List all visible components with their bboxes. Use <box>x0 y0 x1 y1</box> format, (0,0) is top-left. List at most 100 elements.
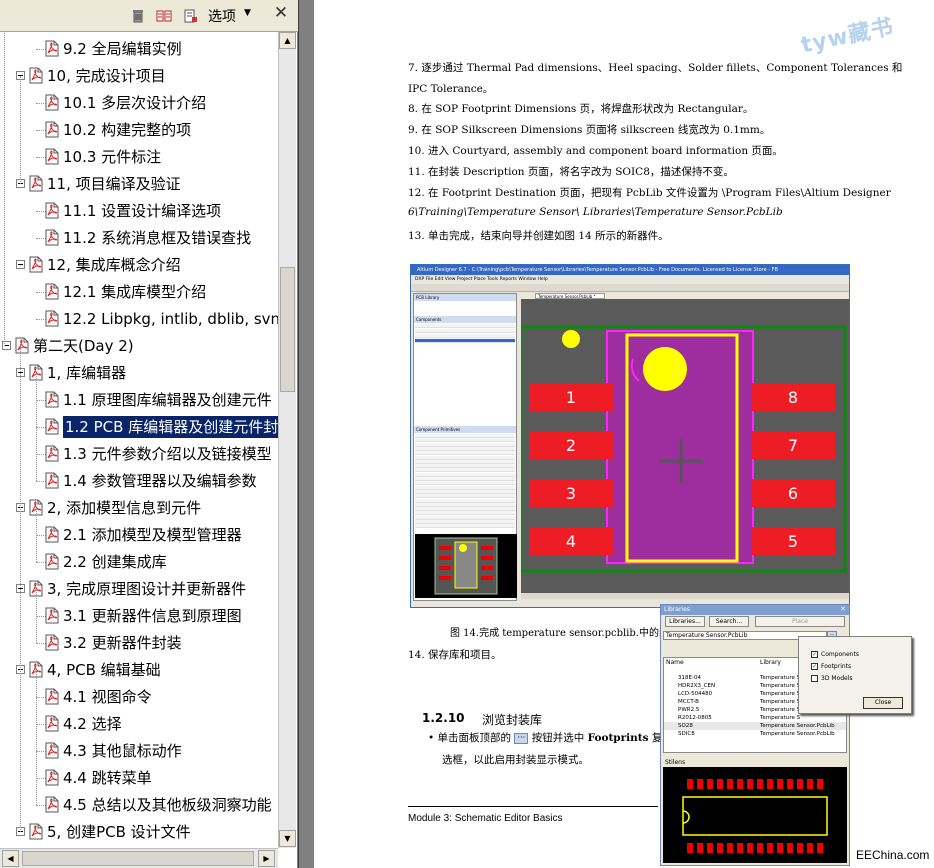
bookmark-label[interactable]: 1.1 原理图库编辑器及创建元件 <box>63 387 272 414</box>
scroll-thumb[interactable] <box>280 267 295 392</box>
bullet-text-mid: 按钮并选中 <box>531 732 585 744</box>
bookmark-label[interactable]: 4.1 视图命令 <box>63 684 152 711</box>
bookmark-item[interactable]: 5, 创建PCB 设计文件 <box>0 819 278 846</box>
bookmark-item[interactable]: 1.2 PCB 库编辑器及创建元件封装 <box>0 414 278 441</box>
bookmark-item[interactable]: 4.3 其他鼠标动作 <box>0 738 278 765</box>
bookmark-label[interactable]: 4, PCB 编辑基础 <box>47 657 161 684</box>
bookmark-item[interactable]: 2.1 添加模型及模型管理器 <box>0 522 278 549</box>
bookmark-label[interactable]: 12.1 集成库模型介绍 <box>63 279 206 306</box>
bookmark-label[interactable]: 11, 项目编译及验证 <box>47 171 181 198</box>
bookmark-label[interactable]: 11.1 设置设计编译选项 <box>63 198 221 225</box>
step-7: 7. 逐步通过 Thermal Pad dimensions、Heel spac… <box>408 62 903 74</box>
pad-number: 1 <box>566 388 576 407</box>
bookmark-label[interactable]: 4.5 总结以及其他板级洞察功能 <box>63 792 272 819</box>
pad-number: 5 <box>788 532 798 551</box>
bookmarks-panel: 选项 ▼ ✕ 9.2 全局编辑实例 10, 完成设计项目 10.1 多层次设计介绍 1… <box>0 0 298 868</box>
bookmark-label[interactable]: 1, 库编辑器 <box>47 360 126 387</box>
bookmark-item[interactable]: 2, 添加模型信息到元件 <box>0 495 278 522</box>
scroll-left-button[interactable]: ◀ <box>2 850 19 867</box>
footprint-library: Temperature S <box>760 715 801 721</box>
preview-pad <box>717 779 723 789</box>
footprint-library: Temperature S <box>760 707 801 713</box>
bookmark-item[interactable]: 3, 完成原理图设计并更新器件 <box>0 576 278 603</box>
libraries-close-icon: ✕ <box>840 605 846 613</box>
bookmark-label[interactable]: 2.1 添加模型及模型管理器 <box>63 522 242 549</box>
scroll-right-button[interactable]: ▶ <box>258 850 275 867</box>
bookmark-item[interactable]: 12, 集成库概念介绍 <box>0 252 278 279</box>
bookmark-label[interactable]: 10, 完成设计项目 <box>47 63 166 90</box>
bookmark-item[interactable]: 9.2 全局编辑实例 <box>0 36 278 63</box>
bookmark-item[interactable]: 11, 项目编译及验证 <box>0 171 278 198</box>
hscroll-thumb[interactable] <box>22 851 254 866</box>
bookmark-item[interactable]: 12.2 Libpkg, intlib, dblib, svnlib <box>0 306 278 333</box>
trash-icon[interactable] <box>130 8 146 24</box>
bookmark-item[interactable]: 4.2 选择 <box>0 711 278 738</box>
footprint-library: Temperature Sensor.PcbLib <box>760 731 835 737</box>
bookmark-item[interactable]: 12.1 集成库模型介绍 <box>0 279 278 306</box>
bookmark-item[interactable]: 1, 库编辑器 <box>0 360 278 387</box>
bookmark-label[interactable]: 第二天(Day 2) <box>33 333 134 360</box>
bookmark-item[interactable]: 10.2 构建完整的项 <box>0 117 278 144</box>
figure-library-panel: PCB Library Components Component Primiti… <box>413 293 517 601</box>
bookmark-item[interactable]: 4.5 总结以及其他板级洞察功能 <box>0 792 278 819</box>
chevron-down-icon[interactable]: ▼ <box>244 8 251 18</box>
bookmark-label[interactable]: 1.2 PCB 库编辑器及创建元件封装 <box>63 416 278 438</box>
bookmark-item[interactable]: 4.4 跳转菜单 <box>0 765 278 792</box>
options-menu[interactable]: 选项 <box>208 6 236 26</box>
preview-pad <box>797 843 803 853</box>
bookmark-item[interactable]: 10.3 元件标注 <box>0 144 278 171</box>
pad-number: 6 <box>788 484 798 503</box>
bookmark-add-icon[interactable] <box>182 8 198 24</box>
preview-pad <box>687 843 693 853</box>
brand-logo-text: EEChina.com <box>856 848 930 862</box>
bookmark-label[interactable]: 11.2 系统消息框及错误查找 <box>63 225 251 252</box>
bookmark-label[interactable]: 10.1 多层次设计介绍 <box>63 90 206 117</box>
bookmark-label[interactable]: 1.3 元件参数介绍以及链接模型 <box>63 441 272 468</box>
collapse-toggle-icon[interactable] <box>16 260 25 269</box>
bookmark-label[interactable]: 3, 完成原理图设计并更新器件 <box>47 576 246 603</box>
col-library-header: Library <box>760 659 781 666</box>
bookmark-item[interactable]: 1.3 元件参数介绍以及链接模型 <box>0 441 278 468</box>
scroll-down-button[interactable]: ▼ <box>279 830 296 847</box>
bookmark-label[interactable]: 3.2 更新器件封装 <box>63 630 182 657</box>
bookmark-label[interactable]: 4.4 跳转菜单 <box>63 765 152 792</box>
checkbox-checked-icon: ✓ <box>811 651 818 658</box>
bookmark-item[interactable]: 3.2 更新器件封装 <box>0 630 278 657</box>
bookmark-item[interactable]: 1.4 参数管理器以及编辑参数 <box>0 468 278 495</box>
bookmark-item[interactable]: 第二天(Day 2) <box>0 333 278 360</box>
bookmark-item[interactable]: 11.1 设置设计编译选项 <box>0 198 278 225</box>
preview-pad <box>787 843 793 853</box>
bookmark-label[interactable]: 1.4 参数管理器以及编辑参数 <box>63 468 257 495</box>
vertical-scrollbar[interactable]: ▲ ▼ <box>278 32 296 848</box>
bookmark-label[interactable]: 10.3 元件标注 <box>63 144 161 171</box>
bookmark-label[interactable]: 4.3 其他鼠标动作 <box>63 738 182 765</box>
bookmark-item[interactable]: 3.1 更新器件信息到原理图 <box>0 603 278 630</box>
bookmark-label[interactable]: 3.1 更新器件信息到原理图 <box>63 603 242 630</box>
bookmark-item[interactable]: 10, 完成设计项目 <box>0 63 278 90</box>
bookmark-item[interactable]: 4, PCB 编辑基础 <box>0 657 278 684</box>
pdf-page-icon <box>45 742 59 759</box>
bookmark-label[interactable]: 4.2 选择 <box>63 711 122 738</box>
panel-splitter[interactable] <box>298 0 312 868</box>
bookmark-label[interactable]: 10.2 构建完整的项 <box>63 117 191 144</box>
pdf-page-icon <box>29 256 43 273</box>
figure-mini-viewer <box>415 534 517 598</box>
book-icon[interactable] <box>156 8 172 24</box>
scroll-up-button[interactable]: ▲ <box>279 32 296 49</box>
bookmark-item[interactable]: 10.1 多层次设计介绍 <box>0 90 278 117</box>
bookmark-label[interactable]: 2.2 创建集成库 <box>63 549 167 576</box>
bookmark-label[interactable]: 12.2 Libpkg, intlib, dblib, svnlib <box>63 306 278 333</box>
watermark: tyw藏书 <box>798 14 897 59</box>
bookmark-item[interactable]: 2.2 创建集成库 <box>0 549 278 576</box>
bookmark-item[interactable]: 4.1 视图命令 <box>0 684 278 711</box>
bookmark-label[interactable]: 12, 集成库概念介绍 <box>47 252 181 279</box>
bookmark-item[interactable]: 1.1 原理图库编辑器及创建元件 <box>0 387 278 414</box>
close-icon[interactable]: ✕ <box>272 3 290 23</box>
bookmark-item[interactable]: 11.2 系统消息框及错误查找 <box>0 225 278 252</box>
bookmark-label[interactable]: 5, 创建PCB 设计文件 <box>47 819 191 846</box>
bookmark-label[interactable]: 9.2 全局编辑实例 <box>63 36 182 63</box>
bullet-paragraph: • 单击面板顶部的 ··· 按钮并选中 Footprints 复 <box>428 732 663 744</box>
bookmark-label[interactable]: 2, 添加模型信息到元件 <box>47 495 201 522</box>
pdf-page-icon <box>45 688 59 705</box>
horizontal-scrollbar[interactable]: ◀ ▶ <box>0 848 278 868</box>
